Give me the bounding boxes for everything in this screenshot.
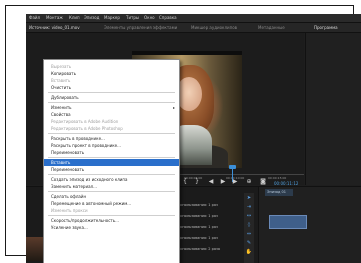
tab-audio-mixer[interactable]: Микшер аудиоклипов	[191, 25, 237, 30]
context-menu-item-label: Сделать офлайн	[51, 194, 87, 199]
tab-effect-controls[interactable]: Элементы управления эффектами	[104, 25, 177, 30]
context-menu-item[interactable]: Вставить	[44, 159, 179, 166]
context-menu-item[interactable]: Вставить	[44, 77, 179, 84]
context-menu-item[interactable]: Сделать офлайн	[44, 193, 179, 200]
context-menu-item[interactable]: Изменить ▸	[44, 104, 179, 111]
menu-help[interactable]: Справка	[159, 15, 177, 20]
context-menu-item[interactable]: Редактировать в Adobe Photoshop	[44, 125, 179, 132]
context-menu-item[interactable]: Свойства	[44, 111, 179, 118]
timeline-panel: Эпизод 01	[258, 187, 361, 263]
context-menu-item[interactable]: Перемещение в автономный режим...	[44, 200, 179, 207]
menu-edit[interactable]: Монтаж	[46, 15, 63, 20]
context-menu-item-label: Изменить прокси	[51, 208, 88, 213]
ripple-edit-icon[interactable]: ↔	[245, 213, 253, 220]
program-monitor	[305, 33, 361, 185]
pen-tool-icon[interactable]: ✎	[245, 240, 253, 247]
menu-separator	[48, 157, 175, 158]
timeline-clip[interactable]	[269, 215, 307, 229]
menu-marker[interactable]: Маркер	[104, 15, 120, 20]
tab-source[interactable]: Источник: video_01.mov	[29, 25, 80, 30]
context-menu-item[interactable]: Переименовать	[44, 149, 179, 156]
context-menu-item-label: Усиление звука...	[51, 225, 88, 230]
context-menu-item[interactable]: Усиление звука...	[44, 224, 179, 231]
menu-file[interactable]: Файл	[29, 15, 40, 20]
context-menu-item-label: Дублировать	[51, 95, 79, 100]
context-menu-item-label: Заменить материал...	[51, 184, 97, 189]
context-menu-item-label: Копировать	[51, 71, 76, 76]
menu-separator	[48, 133, 175, 134]
menu-clip[interactable]: Клип	[69, 15, 80, 20]
menu-separator	[48, 215, 175, 216]
timeline-tab[interactable]: Эпизод 01	[265, 189, 293, 196]
context-menu-item-label: Редактировать в Adobe Photoshop	[51, 126, 123, 131]
menu-bar: Файл Монтаж Клип Эпизод Маркер Титры Окн…	[26, 14, 361, 23]
context-menu-item-label: Раскрыть проект в проводнике...	[51, 143, 121, 148]
menu-sequence[interactable]: Эпизод	[84, 15, 99, 20]
menu-window[interactable]: Окно	[144, 15, 155, 20]
context-menu-item-label: Перемещение в автономный режим...	[51, 201, 132, 206]
context-menu-item-label: Переименовать	[51, 167, 85, 172]
selection-tool-icon[interactable]: ➤	[245, 195, 253, 202]
slip-tool-icon[interactable]: ⇔	[245, 231, 253, 238]
track-select-icon[interactable]: ⇥	[245, 204, 253, 211]
context-menu-item[interactable]: Скорость/продолжительность...	[44, 217, 179, 224]
screenshot-frame: Файл Монтаж Клип Эпизод Маркер Титры Окн…	[0, 0, 361, 263]
context-menu-item[interactable]: Очистить	[44, 84, 179, 91]
context-menu-item[interactable]: Вырезать	[44, 63, 179, 70]
context-menu-item-label: Создать эпизод из исходного клипа	[51, 177, 128, 182]
context-menu-item-label: Свойства	[51, 112, 71, 117]
context-menu-item-label: Изменить	[51, 105, 72, 110]
context-menu-item-label: Раскрыть в проводнике...	[51, 136, 105, 141]
context-menu-item-label: Переименовать	[51, 150, 85, 155]
menu-separator	[48, 191, 175, 192]
context-menu-item-label: Скорость/продолжительность...	[51, 218, 119, 223]
context-menu-item[interactable]: Заменить материал...	[44, 183, 179, 190]
panel-tab-bar: Источник: video_01.mov Элементы управлен…	[26, 23, 361, 33]
context-menu-item[interactable]: Редактировать в Adobe Audition	[44, 118, 179, 125]
tab-metadata[interactable]: Метаданные	[258, 25, 285, 30]
menu-titles[interactable]: Титры	[126, 15, 139, 20]
submenu-arrow-icon: ▸	[172, 105, 175, 110]
razor-icon[interactable]: ◊	[245, 222, 253, 229]
tab-program[interactable]: Программа	[314, 25, 338, 30]
context-menu-item-label: Вырезать	[51, 64, 72, 69]
premiere-window: Файл Монтаж Клип Эпизод Маркер Титры Окн…	[26, 14, 361, 263]
context-menu-item[interactable]: Изменить прокси	[44, 207, 179, 214]
context-menu: Вырезать Копировать Вставить Очистить Дублир…	[43, 59, 180, 263]
menu-separator	[48, 92, 175, 93]
context-menu-item-label: Вставить	[51, 78, 71, 83]
hand-tool-icon[interactable]: ✋	[245, 249, 253, 256]
context-menu-item-label: Редактировать в Adobe Audition	[51, 119, 119, 124]
menu-separator	[48, 174, 175, 175]
context-menu-item[interactable]: Копировать	[44, 70, 179, 77]
menu-separator	[48, 102, 175, 103]
context-menu-item[interactable]: Раскрыть проект в проводнике...	[44, 142, 179, 149]
context-menu-item[interactable]: Создать эпизод из исходного клипа	[44, 176, 179, 183]
tools-panel: ➤ ⇥ ↔ ◊ ⇔ ✎ ✋	[244, 193, 254, 263]
context-menu-item-label: Вставить	[51, 160, 71, 165]
context-menu-item[interactable]: Раскрыть в проводнике...	[44, 135, 179, 142]
context-menu-item[interactable]: Переименовать	[44, 166, 179, 173]
context-menu-item[interactable]: Дублировать	[44, 94, 179, 101]
context-menu-item-label: Очистить	[51, 85, 71, 90]
